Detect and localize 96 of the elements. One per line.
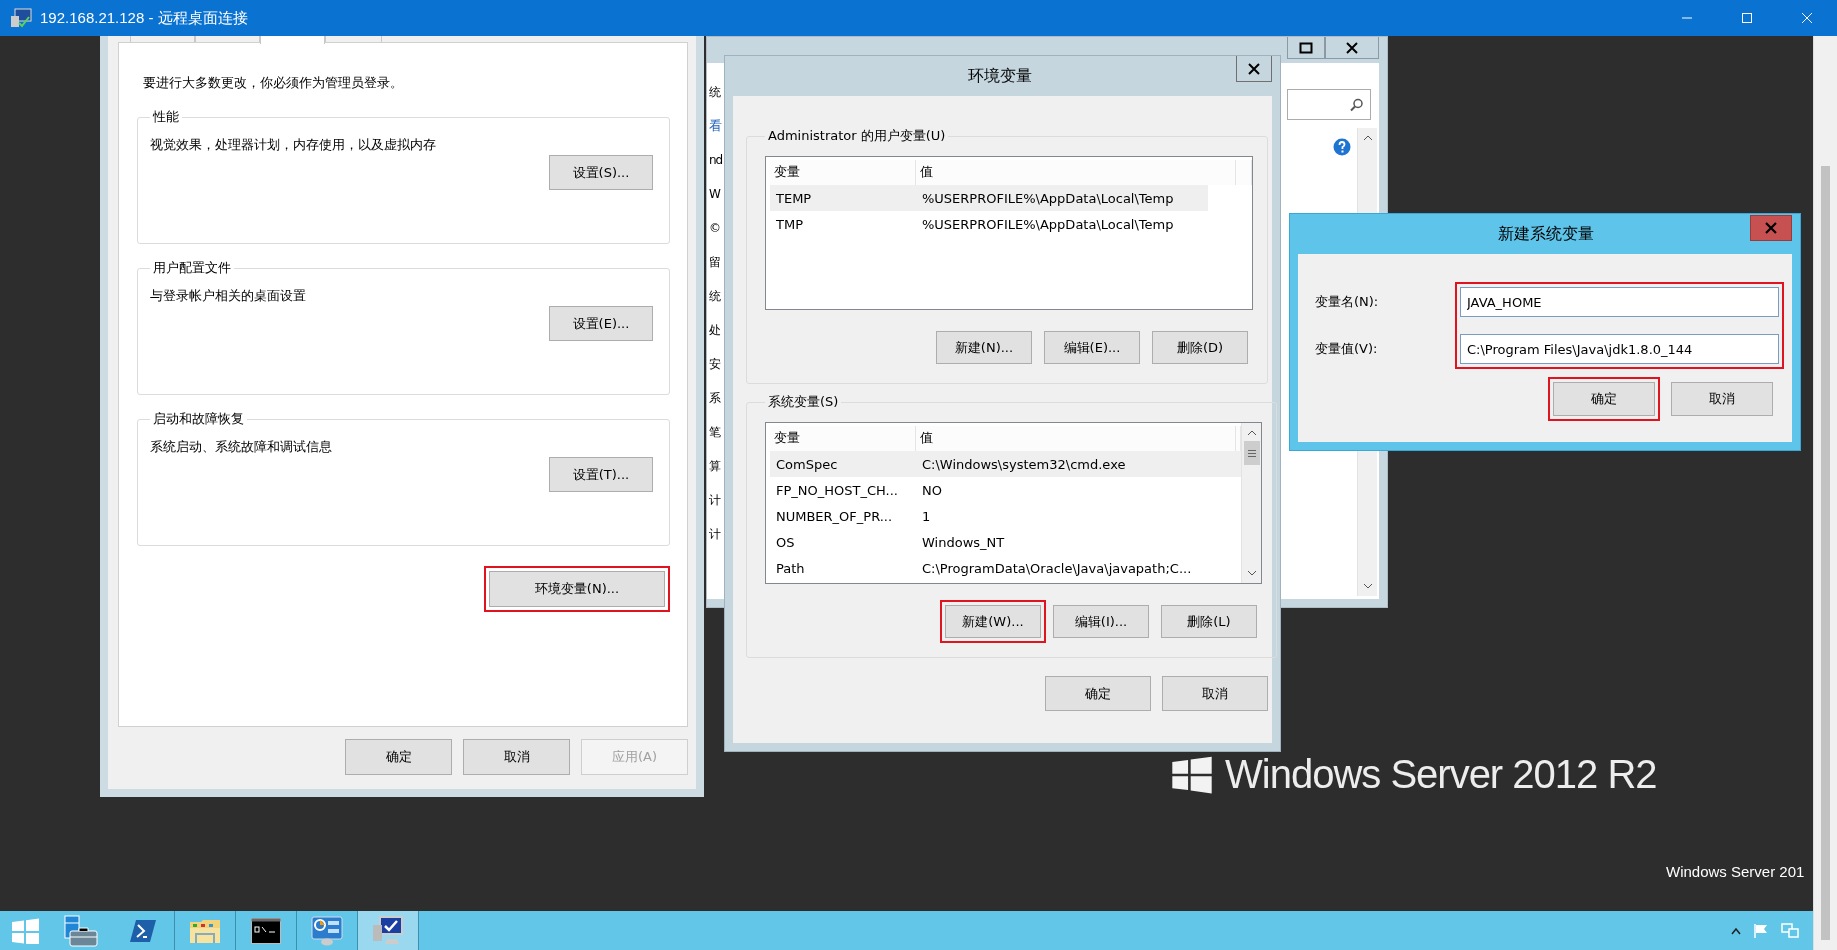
group-title: 系统变量(S) [767,393,840,411]
dialog-button[interactable]: 编辑(I)... [1053,605,1149,638]
dialog-button[interactable]: 确定 [1045,676,1151,711]
group-title: 启动和故障恢复 [152,410,245,428]
dialog-button[interactable]: 确定 [345,739,452,775]
windows-logo-icon [1171,755,1213,794]
server-toolbox-icon [64,914,98,947]
dialog-button[interactable]: 设置(T)... [549,457,653,492]
content-text: 处 [709,322,720,339]
window-title: 新建系统变量 [1497,223,1594,245]
content-text: W [709,186,720,203]
field-label: 变量名(N): [1315,293,1380,311]
maximize-button[interactable] [1287,37,1325,59]
close-button[interactable] [1236,56,1272,82]
list-row[interactable]: FP_NO_HOST_CH... NO [770,477,1241,503]
control-panel-icon [311,915,343,946]
dialog-button[interactable]: 删除(D) [1152,331,1248,364]
content-text: © [709,220,720,237]
maximize-icon [1741,12,1753,24]
list-cell-text: %USERPROFILE%\AppData\Local\Temp [921,216,1175,232]
brand-text: Windows Server 2012 R2 [1225,752,1657,797]
input-field[interactable]: JAVA_HOME [1460,287,1779,317]
window-title: 环境变量 [966,65,1032,87]
scroll-thumb[interactable] [1821,166,1830,940]
monitor-icon [10,8,32,28]
list-cell-text: Windows_NT [921,534,1006,550]
window-title: 192.168.21.128 - 远程桌面连接 [40,8,248,28]
close-icon [1346,41,1358,54]
list-cell-text: TEMP [775,190,813,206]
content-text: 算 [709,458,720,475]
dialog-button[interactable]: 取消 [1162,676,1268,711]
content-text: 安 [709,356,720,373]
dialog-button[interactable]: 设置(S)... [549,155,653,190]
close-button[interactable] [1325,37,1379,59]
list-cell-text: 1 [921,508,932,524]
list-row[interactable]: OS Windows_NT [770,529,1241,555]
network-icon[interactable] [1781,922,1799,939]
group-title: Administrator 的用户变量(U) [767,127,947,145]
list-row[interactable]: TEMP %USERPROFILE%\AppData\Local\Temp [770,185,1208,211]
dialog-button[interactable]: 设置(E)... [549,306,653,341]
help-icon[interactable] [1333,138,1351,156]
list-cell-text: %USERPROFILE%\AppData\Local\Temp [921,190,1175,206]
group-description: 与登录帐户相关的桌面设置 [150,287,307,305]
content-text: 系 [709,390,720,407]
list-cell-text: TMP [775,216,804,232]
chevron-up-icon[interactable] [1731,926,1741,935]
list-row[interactable]: TMP %USERPROFILE%\AppData\Local\Temp [770,211,1208,237]
search-field[interactable] [1287,89,1371,120]
dialog-button[interactable]: 删除(L) [1161,605,1257,638]
dialog-button[interactable]: 取消 [1671,382,1773,416]
list-cell-text: NO [921,482,943,498]
group-description: 系统启动、系统故障和调试信息 [150,438,333,456]
content-text: 计 [709,526,720,543]
content-text: 统 [709,84,720,101]
dialog-button[interactable]: 取消 [463,739,570,775]
dialog-button[interactable]: 环境变量(N)... [489,571,665,607]
input-field[interactable]: C:\Program Files\Java\jdk1.8.0_144 [1460,334,1779,364]
list-row[interactable]: NUMBER_OF_PR... 1 [770,503,1241,529]
scroll-thumb[interactable] [1243,441,1260,465]
list-cell-text: C:\ProgramData\Oracle\Java\javapath;C... [921,560,1193,576]
list-row[interactable]: Path C:\ProgramData\Oracle\Java\javapath;C... [770,555,1241,581]
close-icon [1765,222,1777,234]
flag-icon[interactable] [1753,922,1769,939]
content-text: 统 [709,288,720,305]
content-text: 计 [709,492,720,509]
link-text[interactable]: 看 [709,117,721,135]
close-icon [1801,12,1813,24]
close-icon [1248,62,1260,75]
content-text: 笔 [709,424,720,441]
dialog-button[interactable]: 确定 [1553,382,1655,416]
field-label: 变量值(V): [1315,340,1379,358]
list-cell-text: OS [775,534,796,550]
group-title: 性能 [152,108,180,126]
content-text: nd [709,152,723,169]
list-cell-text: NUMBER_OF_PR... [775,508,894,524]
maximize-icon [1299,41,1313,54]
notice-text: 要进行大多数更改，你必须作为管理员登录。 [143,74,404,92]
list-cell-text: ComSpec [775,456,839,472]
grip-icon [1246,448,1257,458]
list-cell-text: C:\Windows\system32\cmd.exe [921,456,1127,472]
monitor-check-icon [372,915,404,946]
group-description: 视觉效果，处理器计划，内存使用，以及虚拟内存 [150,136,437,154]
taskbar-button[interactable] [358,911,419,950]
terminal-prompt-icon [129,918,157,943]
windows-logo-icon [11,917,39,944]
corner-text: Windows Server 201 [1666,863,1805,880]
dialog-button[interactable]: 新建(W)... [945,605,1041,638]
dialog-button[interactable]: 新建(N)... [936,331,1032,364]
content-text: 留 [709,254,720,271]
search-icon [1350,97,1364,112]
dialog-button[interactable]: 编辑(E)... [1044,331,1140,364]
command-prompt-icon [251,917,281,944]
list-cell-text: Path [775,560,806,576]
list-cell-text: FP_NO_HOST_CH... [775,482,899,498]
list-row[interactable]: ComSpec C:\Windows\system32\cmd.exe [770,451,1241,477]
group-title: 用户配置文件 [152,259,232,277]
